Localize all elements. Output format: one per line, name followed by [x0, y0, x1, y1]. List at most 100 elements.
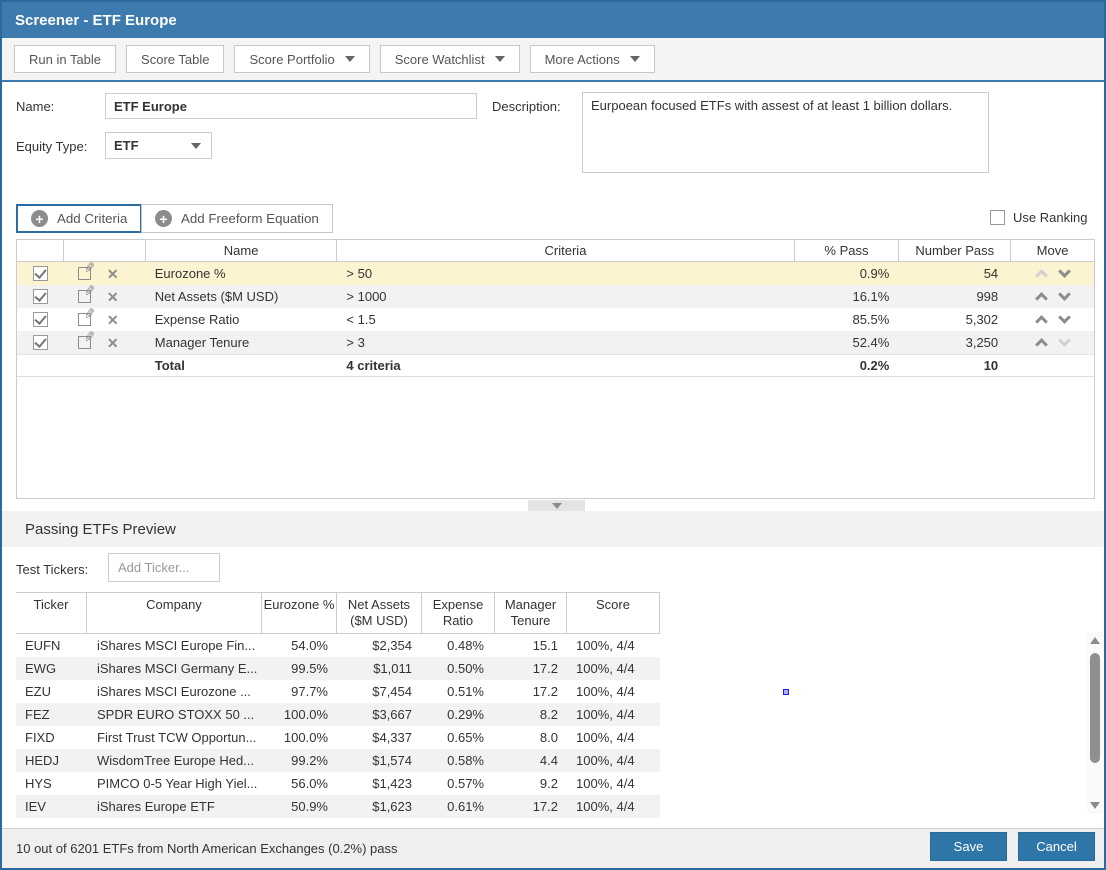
eurozone-pct: 99.5%: [262, 661, 337, 676]
plus-icon: +: [155, 210, 172, 227]
manager-tenure: 15.1: [495, 638, 567, 653]
eurozone-pct: 97.7%: [262, 684, 337, 699]
total-number-pass: 10: [899, 358, 1011, 373]
preview-row[interactable]: FEZ SPDR EURO STOXX 50 ... 100.0% $3,667…: [16, 703, 660, 726]
name-label: Name:: [16, 99, 54, 114]
score-table-button[interactable]: Score Table: [126, 45, 224, 73]
use-ranking-checkbox[interactable]: [990, 210, 1005, 225]
preview-row[interactable]: IEV iShares Europe ETF 50.9% $1,623 0.61…: [16, 795, 660, 818]
preview-row[interactable]: EUFN iShares MSCI Europe Fin... 54.0% $2…: [16, 634, 660, 657]
scrollbar-thumb[interactable]: [1090, 653, 1100, 763]
criteria-row[interactable]: ✕ Expense Ratio < 1.5 85.5% 5,302: [17, 308, 1094, 331]
total-pct-pass: 0.2%: [795, 358, 900, 373]
preview-row[interactable]: EZU iShares MSCI Eurozone ... 97.7% $7,4…: [16, 680, 660, 703]
header-actions-col: [64, 240, 146, 261]
eurozone-pct: 99.2%: [262, 753, 337, 768]
edit-icon[interactable]: [78, 336, 91, 349]
preview-scrollbar[interactable]: [1087, 632, 1103, 814]
add-criteria-button[interactable]: + Add Criteria: [16, 204, 142, 233]
header-name: Name: [146, 240, 338, 261]
net-assets: $1,011: [337, 661, 422, 676]
ticker: FEZ: [16, 707, 87, 722]
preview-row[interactable]: EWG iShares MSCI Germany E... 99.5% $1,0…: [16, 657, 660, 680]
eurozone-pct: 100.0%: [262, 730, 337, 745]
chevron-down-icon: [495, 56, 505, 62]
manager-tenure: 8.0: [495, 730, 567, 745]
criteria-expression: > 3: [337, 335, 794, 350]
company: iShares Europe ETF: [87, 799, 262, 814]
save-button[interactable]: Save: [930, 832, 1007, 861]
edit-icon[interactable]: [78, 313, 91, 326]
delete-icon[interactable]: ✕: [107, 267, 119, 281]
delete-icon[interactable]: ✕: [107, 290, 119, 304]
preview-row[interactable]: HYS PIMCO 0-5 Year High Yiel... 56.0% $1…: [16, 772, 660, 795]
criteria-enabled-checkbox[interactable]: [33, 335, 48, 350]
criteria-expression: > 1000: [337, 289, 794, 304]
criteria-total-row: Total 4 criteria 0.2% 10: [17, 354, 1094, 377]
use-ranking-label: Use Ranking: [1013, 210, 1087, 225]
collapse-panel-handle[interactable]: [528, 500, 585, 511]
preview-table-header: Ticker Company Eurozone % Net Assets ($M…: [16, 592, 660, 634]
chevron-down-icon: [345, 56, 355, 62]
preview-row[interactable]: FIXD First Trust TCW Opportun... 100.0% …: [16, 726, 660, 749]
expense-ratio: 0.48%: [422, 638, 495, 653]
score-portfolio-button[interactable]: Score Portfolio: [234, 45, 369, 73]
screener-window: Screener - ETF Europe Run in Table Score…: [0, 0, 1106, 870]
company: PIMCO 0-5 Year High Yiel...: [87, 776, 262, 791]
move-up-icon[interactable]: [1035, 315, 1048, 328]
equity-type-select[interactable]: ETF: [105, 132, 212, 159]
criteria-pct-pass: 52.4%: [795, 335, 900, 350]
move-down-icon[interactable]: [1058, 288, 1071, 301]
score: 100%, 4/4: [567, 799, 660, 814]
eurozone-pct: 50.9%: [262, 799, 337, 814]
criteria-row[interactable]: ✕ Eurozone % > 50 0.9% 54: [17, 262, 1094, 285]
score: 100%, 4/4: [567, 707, 660, 722]
scroll-down-icon[interactable]: [1090, 802, 1100, 809]
equity-type-value: ETF: [114, 138, 139, 153]
col-company: Company: [87, 593, 262, 633]
move-down-icon[interactable]: [1058, 265, 1071, 278]
run-in-table-button[interactable]: Run in Table: [14, 45, 116, 73]
window-title: Screener - ETF Europe: [15, 12, 177, 29]
move-up-icon[interactable]: [1035, 292, 1048, 305]
expense-ratio: 0.50%: [422, 661, 495, 676]
expense-ratio: 0.29%: [422, 707, 495, 722]
score-watchlist-button[interactable]: Score Watchlist: [380, 45, 520, 73]
ticker: EZU: [16, 684, 87, 699]
manager-tenure: 17.2: [495, 799, 567, 814]
scroll-up-icon[interactable]: [1090, 637, 1100, 644]
ticker: FIXD: [16, 730, 87, 745]
edit-icon[interactable]: [78, 290, 91, 303]
add-freeform-label: Add Freeform Equation: [181, 211, 319, 226]
move-down-icon[interactable]: [1058, 311, 1071, 324]
criteria-row[interactable]: ✕ Manager Tenure > 3 52.4% 3,250: [17, 331, 1094, 354]
ticker: IEV: [16, 799, 87, 814]
edit-icon[interactable]: [78, 267, 91, 280]
name-input[interactable]: [105, 93, 477, 119]
manager-tenure: 4.4: [495, 753, 567, 768]
add-freeform-equation-button[interactable]: + Add Freeform Equation: [141, 204, 333, 233]
criteria-enabled-checkbox[interactable]: [33, 312, 48, 327]
eurozone-pct: 54.0%: [262, 638, 337, 653]
move-up-icon[interactable]: [1035, 338, 1048, 351]
eurozone-pct: 100.0%: [262, 707, 337, 722]
pass-status-text: 10 out of 6201 ETFs from North American …: [16, 841, 398, 856]
criteria-name: Manager Tenure: [146, 335, 338, 350]
company: First Trust TCW Opportun...: [87, 730, 262, 745]
score-table-label: Score Table: [141, 52, 209, 67]
description-textarea[interactable]: Eurpoean focused ETFs with assest of at …: [582, 92, 989, 173]
add-ticker-input[interactable]: [108, 553, 220, 582]
criteria-enabled-checkbox[interactable]: [33, 289, 48, 304]
delete-icon[interactable]: ✕: [107, 313, 119, 327]
more-actions-button[interactable]: More Actions: [530, 45, 655, 73]
criteria-enabled-checkbox[interactable]: [33, 266, 48, 281]
preview-row[interactable]: HEDJ WisdomTree Europe Hed... 99.2% $1,5…: [16, 749, 660, 772]
delete-icon[interactable]: ✕: [107, 336, 119, 350]
company: iShares MSCI Eurozone ...: [87, 684, 262, 699]
col-score: Score: [567, 593, 660, 633]
preview-section-header: Passing ETFs Preview: [2, 511, 1104, 547]
cancel-button[interactable]: Cancel: [1018, 832, 1095, 861]
criteria-row[interactable]: ✕ Net Assets ($M USD) > 1000 16.1% 998: [17, 285, 1094, 308]
criteria-name: Net Assets ($M USD): [146, 289, 338, 304]
manager-tenure: 17.2: [495, 661, 567, 676]
